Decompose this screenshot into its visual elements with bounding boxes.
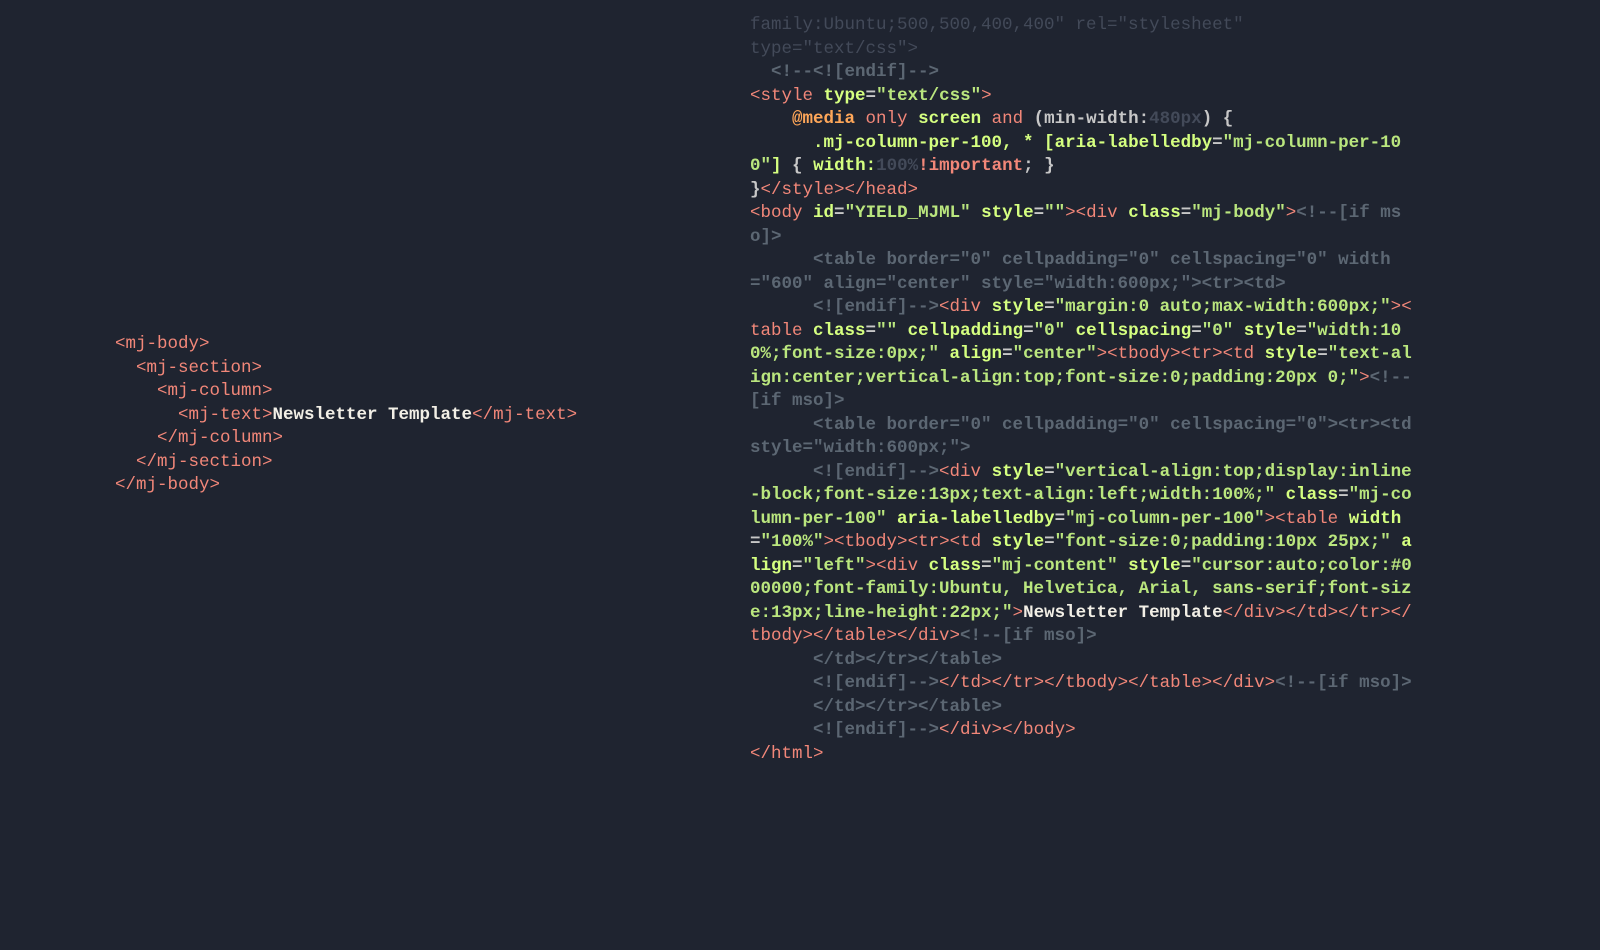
style-tag-open: <style bbox=[750, 86, 813, 106]
mjml-code[interactable]: <mj-body> <mj-section> <mj-column> <mj-t… bbox=[115, 333, 675, 498]
head-close: </head> bbox=[845, 180, 919, 200]
mjml-source-pane: <mj-body> <mj-section> <mj-column> <mj-t… bbox=[115, 333, 675, 498]
html-output-pane: family:Ubuntu;500,500,400,400" rel="styl… bbox=[750, 14, 1415, 766]
newsletter-text-left: Newsletter Template bbox=[273, 405, 473, 425]
body-open: <body bbox=[750, 203, 803, 223]
mj-body-close: </mj-body> bbox=[115, 475, 220, 495]
mj-body-open: <mj-body> bbox=[115, 334, 210, 354]
mj-text-open: <mj-text> bbox=[178, 405, 273, 425]
html-close: </html> bbox=[750, 744, 824, 764]
mj-section-close: </mj-section> bbox=[136, 452, 273, 472]
html-code[interactable]: family:Ubuntu;500,500,400,400" rel="styl… bbox=[750, 14, 1415, 766]
at-media: @media bbox=[792, 109, 855, 129]
mj-text-close: </mj-text> bbox=[472, 405, 577, 425]
newsletter-text-right: Newsletter Template bbox=[1023, 603, 1223, 623]
style-close: </style> bbox=[761, 180, 845, 200]
mj-column-open: <mj-column> bbox=[157, 381, 273, 401]
mj-column-close: </mj-column> bbox=[157, 428, 283, 448]
body-close: </body> bbox=[1002, 720, 1076, 740]
dim-partial-line: family:Ubuntu;500,500,400,400" rel="styl… bbox=[750, 15, 1244, 35]
endif-comment: <!--<![endif]--> bbox=[771, 62, 939, 82]
mj-section-open: <mj-section> bbox=[136, 358, 262, 378]
